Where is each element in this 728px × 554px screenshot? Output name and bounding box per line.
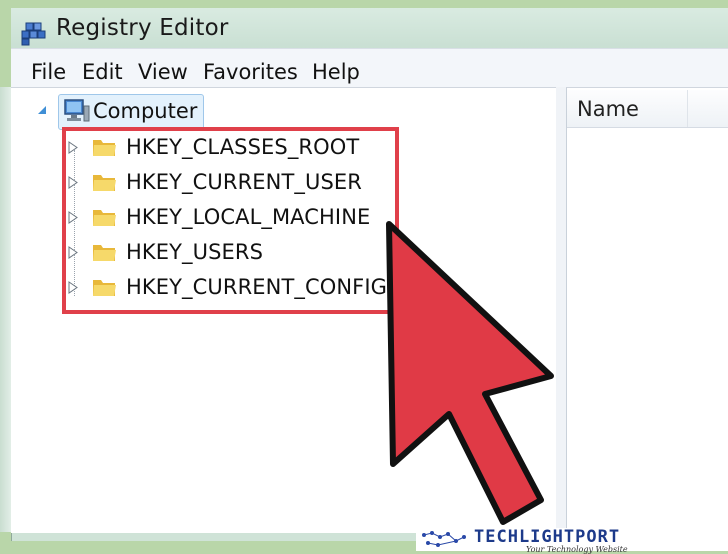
menu-view[interactable]: View [138, 60, 188, 84]
watermark-logo-icon [422, 531, 466, 547]
collapse-triangle-icon[interactable] [36, 104, 48, 116]
menu-edit[interactable]: Edit [82, 60, 123, 84]
registry-editor-icon [21, 22, 46, 46]
values-list-pane[interactable]: Name [566, 87, 728, 533]
watermark-logo-text: TECHLIGHTPORT [474, 527, 621, 547]
tree-node-computer-label: Computer [93, 99, 198, 123]
highlight-box [62, 127, 399, 314]
column-header-bar: Name [567, 90, 728, 128]
computer-icon [64, 99, 90, 122]
column-divider[interactable] [687, 90, 688, 127]
pointer-arrow-icon [386, 221, 554, 525]
watermark: TECHLIGHTPORT Your Technology Website [416, 527, 728, 554]
menu-help[interactable]: Help [312, 60, 360, 84]
menu-bar: File Edit View Favorites Help [11, 48, 728, 88]
menu-favorites[interactable]: Favorites [203, 60, 298, 84]
menu-file[interactable]: File [31, 60, 66, 84]
pane-splitter[interactable] [556, 87, 566, 532]
watermark-tagline: Your Technology Website [526, 545, 628, 554]
column-header-name[interactable]: Name [577, 97, 639, 121]
window-title: Registry Editor [56, 15, 229, 41]
